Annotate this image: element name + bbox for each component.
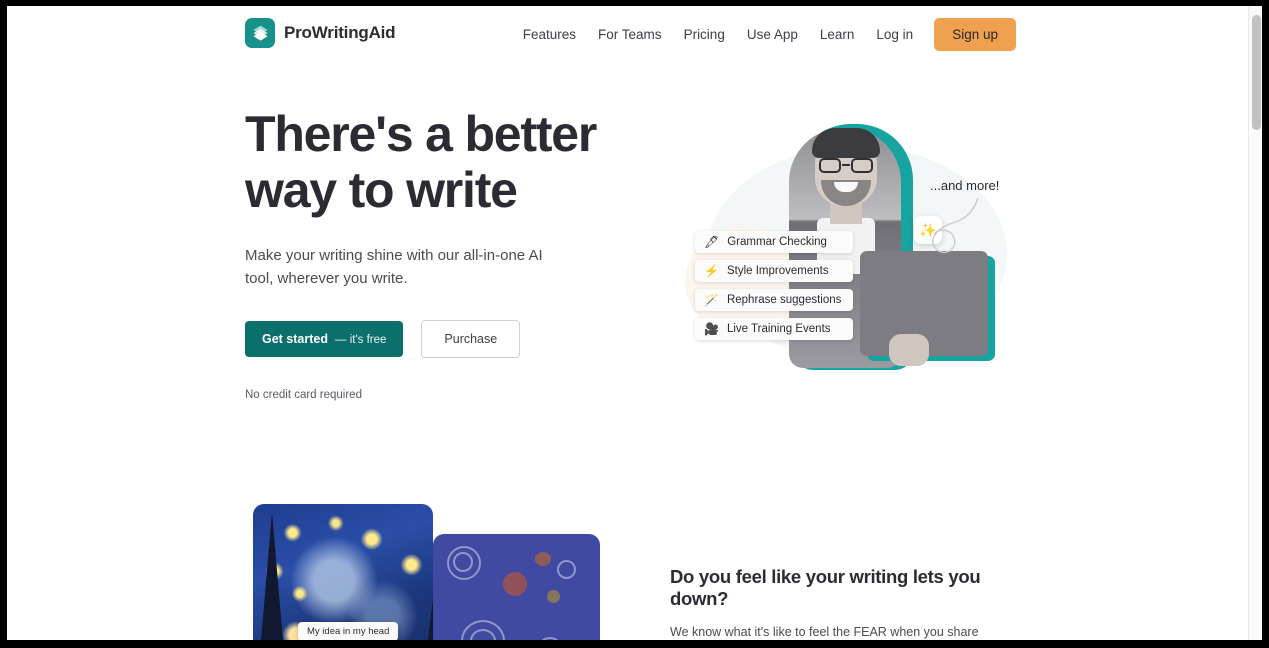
feature-pill-label: Style Improvements — [726, 265, 829, 277]
person-hand — [889, 334, 929, 366]
eyeglasses-icon — [818, 158, 874, 173]
magic-wand-icon: 🪄 — [704, 293, 719, 307]
window-bottom-border — [0, 640, 1269, 648]
section2-heading: Do you feel like your writing lets you d… — [670, 566, 981, 609]
get-started-label: Get started — [262, 332, 328, 346]
fountain-pen-icon: 🖋 — [704, 235, 720, 249]
vertical-scrollbar[interactable] — [1248, 6, 1262, 640]
cypress-tree-right — [425, 582, 433, 640]
hero-subtitle: Make your writing shine with our all-in-… — [245, 247, 543, 287]
nav-item-learn[interactable]: Learn — [809, 19, 866, 50]
stacked-pages-logo-icon — [245, 18, 275, 48]
movie-camera-icon: 🎥 — [704, 322, 719, 336]
no-credit-card-note: No credit card required — [245, 389, 362, 401]
nav-item-use-app[interactable]: Use App — [736, 19, 809, 50]
hero-copy: There's a better way to write Make your … — [245, 106, 645, 401]
nav-item-features[interactable]: Features — [512, 19, 587, 50]
brand-name: ProWritingAid — [284, 23, 396, 42]
nav-item-for-teams[interactable]: For Teams — [587, 19, 673, 50]
cypress-tree-left — [259, 512, 285, 640]
feature-pill-label: Live Training Events — [726, 323, 831, 335]
page-title: There's a better way to write — [245, 106, 597, 218]
section2-copy: Do you feel like your writing lets you d… — [670, 566, 1020, 640]
browser-viewport: ProWritingAid Features For Teams Pricing… — [7, 6, 1262, 640]
feature-pill-live-training-events[interactable]: 🎥 Live Training Events — [695, 318, 854, 340]
purchase-button[interactable]: Purchase — [421, 320, 521, 358]
page-content: ProWritingAid Features For Teams Pricing… — [7, 6, 1248, 640]
starry-night-image — [253, 504, 433, 640]
get-started-suffix: — it's free — [335, 334, 387, 346]
section2-body: We know what it's like to feel the FEAR … — [670, 625, 979, 639]
person-hair — [812, 128, 880, 158]
scroll-down-arrow-icon[interactable] — [1249, 632, 1262, 640]
site-header: ProWritingAid Features For Teams Pricing… — [7, 6, 1248, 62]
and-more-annotation: ...and more! — [930, 178, 1000, 193]
scroll-up-arrow-icon[interactable] — [1249, 6, 1262, 14]
section2-illustration: My idea in my head — [253, 504, 603, 640]
sparkles-badge: ✨ — [914, 216, 942, 244]
nav-item-log-in[interactable]: Log in — [865, 19, 924, 50]
purple-scribble-card — [433, 534, 600, 640]
lightning-bolt-icon: ⚡ — [704, 264, 719, 278]
sign-up-button[interactable]: Sign up — [934, 18, 1016, 51]
feature-pill-label: Rephrase suggestions — [726, 294, 842, 306]
hero-cta-row: Get started — it's free Purchase — [245, 320, 645, 358]
feature-pill-grammar-checking[interactable]: 🖋 Grammar Checking — [695, 231, 854, 253]
feature-pill-label: Grammar Checking — [727, 236, 827, 248]
get-started-button[interactable]: Get started — it's free — [245, 321, 404, 357]
brand-logo-link[interactable]: ProWritingAid — [245, 18, 396, 48]
feature-pill-rephrase-suggestions[interactable]: 🪄 Rephrase suggestions — [695, 289, 854, 311]
feature-pill-style-improvements[interactable]: ⚡ Style Improvements — [695, 260, 854, 282]
image-caption: My idea in my head — [298, 622, 399, 640]
sparkles-icon: ✨ — [919, 221, 937, 238]
hero-illustration: ✨ ...and more! 🖋 Grammar Checking ⚡ Styl… — [667, 106, 1027, 396]
feature-pill-list: 🖋 Grammar Checking ⚡ Style Improvements … — [695, 231, 854, 340]
main-navigation: Features For Teams Pricing Use App Learn… — [512, 18, 1016, 51]
scrollbar-thumb[interactable] — [1252, 15, 1261, 130]
nav-item-pricing[interactable]: Pricing — [673, 19, 736, 50]
